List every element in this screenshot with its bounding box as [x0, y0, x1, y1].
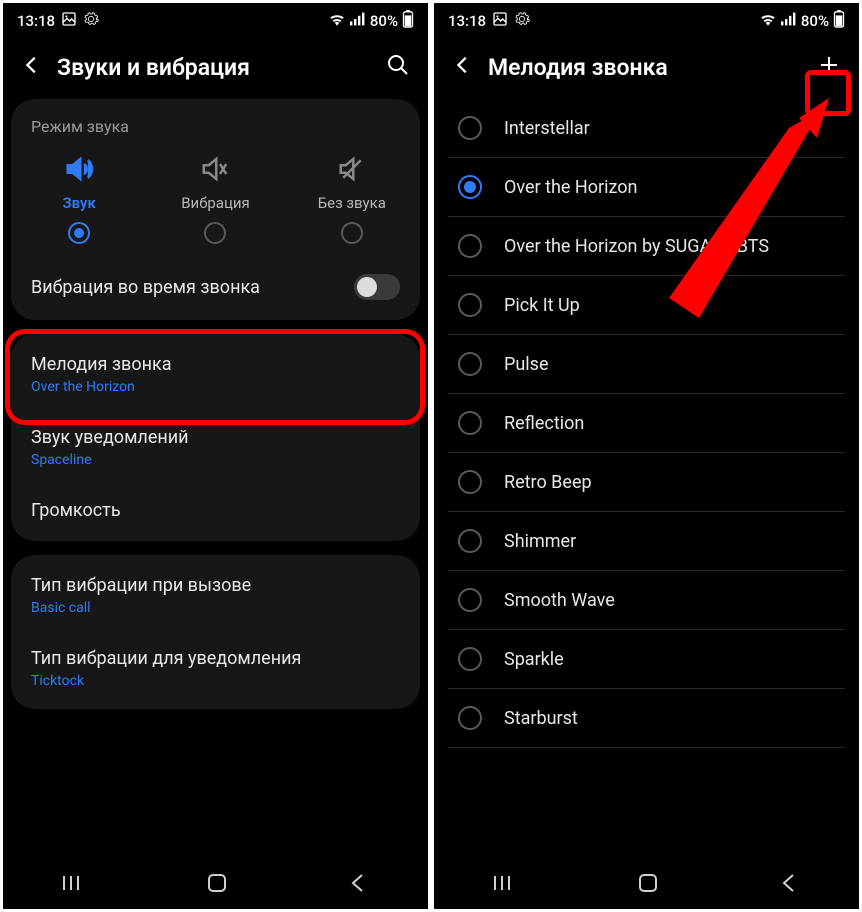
page-title: Мелодия звонка: [488, 54, 803, 81]
back-icon[interactable]: [452, 54, 474, 80]
sound-mode-mute[interactable]: Без звука: [284, 154, 419, 244]
home-icon[interactable]: [636, 871, 660, 899]
sound-mode-vibrate[interactable]: Вибрация: [148, 154, 283, 244]
status-battery-text: 80%: [801, 12, 829, 30]
ringtone-label: Over the Horizon: [504, 177, 638, 198]
radio-icon: [458, 647, 482, 671]
gear-icon: [83, 11, 99, 31]
ringtone-label: Retro Beep: [504, 472, 592, 493]
ringtone-item[interactable]: Pick It Up: [448, 276, 845, 335]
sound-mode-header: Режим звука: [11, 103, 420, 146]
highlight-box: [5, 329, 425, 425]
ringtone-label: Pick It Up: [504, 295, 580, 316]
radio-icon: [458, 588, 482, 612]
radio-icon: [458, 234, 482, 258]
radio-icon: [458, 411, 482, 435]
ringtone-item[interactable]: Shimmer: [448, 512, 845, 571]
header: Мелодия звонка: [434, 39, 859, 99]
radio-icon: [458, 470, 482, 494]
status-time: 13:18: [17, 12, 55, 30]
navbar: [434, 861, 859, 909]
ringtone-label: Interstellar: [504, 118, 590, 139]
ringtone-item[interactable]: Over the Horizon by SUGA of BTS: [448, 217, 845, 276]
ringtone-label: Over the Horizon by SUGA of BTS: [504, 236, 769, 257]
setting-label: Громкость: [31, 500, 400, 521]
status-bar: 13:18 80%: [434, 3, 859, 39]
setting-value: Ticktock: [31, 673, 400, 689]
radio-icon: [204, 222, 226, 244]
sound-mode-card: Режим звука Звук Вибрация Без звука Вибр…: [11, 99, 420, 320]
radio-icon: [458, 175, 482, 199]
ringtone-item[interactable]: Interstellar: [448, 99, 845, 158]
radio-icon: [341, 222, 363, 244]
setting-label: Тип вибрации для уведомления: [31, 648, 400, 669]
header: Звуки и вибрация: [3, 39, 428, 99]
back-nav-icon[interactable]: [777, 871, 801, 899]
ringtone-label: Shimmer: [504, 531, 576, 552]
switch-icon[interactable]: [354, 274, 400, 300]
setting-value: Basic call: [31, 600, 400, 616]
setting-label: Тип вибрации при вызове: [31, 575, 400, 596]
image-icon: [492, 11, 508, 31]
search-icon[interactable]: [386, 53, 410, 81]
vibration-notif-row[interactable]: Тип вибрации для уведомления Ticktock: [11, 632, 420, 705]
recents-icon[interactable]: [493, 873, 519, 897]
highlight-box: [805, 70, 851, 116]
ringtone-label: Starburst: [504, 708, 578, 729]
ringtone-label: Sparkle: [504, 649, 564, 670]
mode-label: Без звука: [318, 194, 386, 212]
radio-icon: [458, 293, 482, 317]
phone-left: 13:18 80% Звуки и вибрация: [3, 3, 428, 909]
radio-icon: [458, 352, 482, 376]
ringtone-item[interactable]: Pulse: [448, 335, 845, 394]
signal-icon: [781, 12, 797, 30]
ringtone-item[interactable]: Sparkle: [448, 630, 845, 689]
setting-label: Звук уведомлений: [31, 427, 400, 448]
status-battery-text: 80%: [370, 12, 398, 30]
signal-icon: [350, 12, 366, 30]
back-nav-icon[interactable]: [346, 871, 370, 899]
ringtone-item[interactable]: Smooth Wave: [448, 571, 845, 630]
vibration-call-row[interactable]: Тип вибрации при вызове Basic call: [11, 559, 420, 632]
status-bar: 13:18 80%: [3, 3, 428, 39]
sound-mode-sound[interactable]: Звук: [12, 154, 147, 244]
image-icon: [61, 11, 77, 31]
ringtone-item[interactable]: Retro Beep: [448, 453, 845, 512]
vibrate-while-ringing-row[interactable]: Вибрация во время звонка: [11, 258, 420, 316]
mode-label: Звук: [62, 194, 95, 212]
ringtone-list: Interstellar Over the Horizon Over the Hor…: [434, 99, 859, 748]
ringtone-label: Pulse: [504, 354, 549, 375]
vibration-card: Тип вибрации при вызове Basic call Тип в…: [11, 555, 420, 709]
wifi-icon: [328, 12, 346, 30]
radio-icon: [68, 222, 90, 244]
back-icon[interactable]: [21, 54, 43, 80]
ringtone-item[interactable]: Over the Horizon: [448, 158, 845, 217]
radio-icon: [458, 116, 482, 140]
phone-right: 13:18 80% Мелодия звонка: [434, 3, 859, 909]
radio-icon: [458, 529, 482, 553]
gear-icon: [514, 11, 530, 31]
radio-icon: [458, 706, 482, 730]
recents-icon[interactable]: [62, 873, 88, 897]
volume-row[interactable]: Громкость: [11, 484, 420, 537]
battery-icon: [402, 10, 414, 32]
wifi-icon: [759, 12, 777, 30]
navbar: [3, 861, 428, 909]
page-title: Звуки и вибрация: [57, 54, 372, 81]
ringtone-label: Smooth Wave: [504, 590, 615, 611]
setting-label: Вибрация во время звонка: [31, 277, 340, 298]
setting-value: Spaceline: [31, 452, 400, 468]
battery-icon: [833, 10, 845, 32]
sounds-card: Мелодия звонка Over the Horizon Звук уве…: [11, 334, 420, 541]
home-icon[interactable]: [205, 871, 229, 899]
ringtone-item[interactable]: Starburst: [448, 689, 845, 748]
ringtone-item[interactable]: Reflection: [448, 394, 845, 453]
status-time: 13:18: [448, 12, 486, 30]
ringtone-label: Reflection: [504, 413, 584, 434]
mode-label: Вибрация: [181, 194, 250, 212]
